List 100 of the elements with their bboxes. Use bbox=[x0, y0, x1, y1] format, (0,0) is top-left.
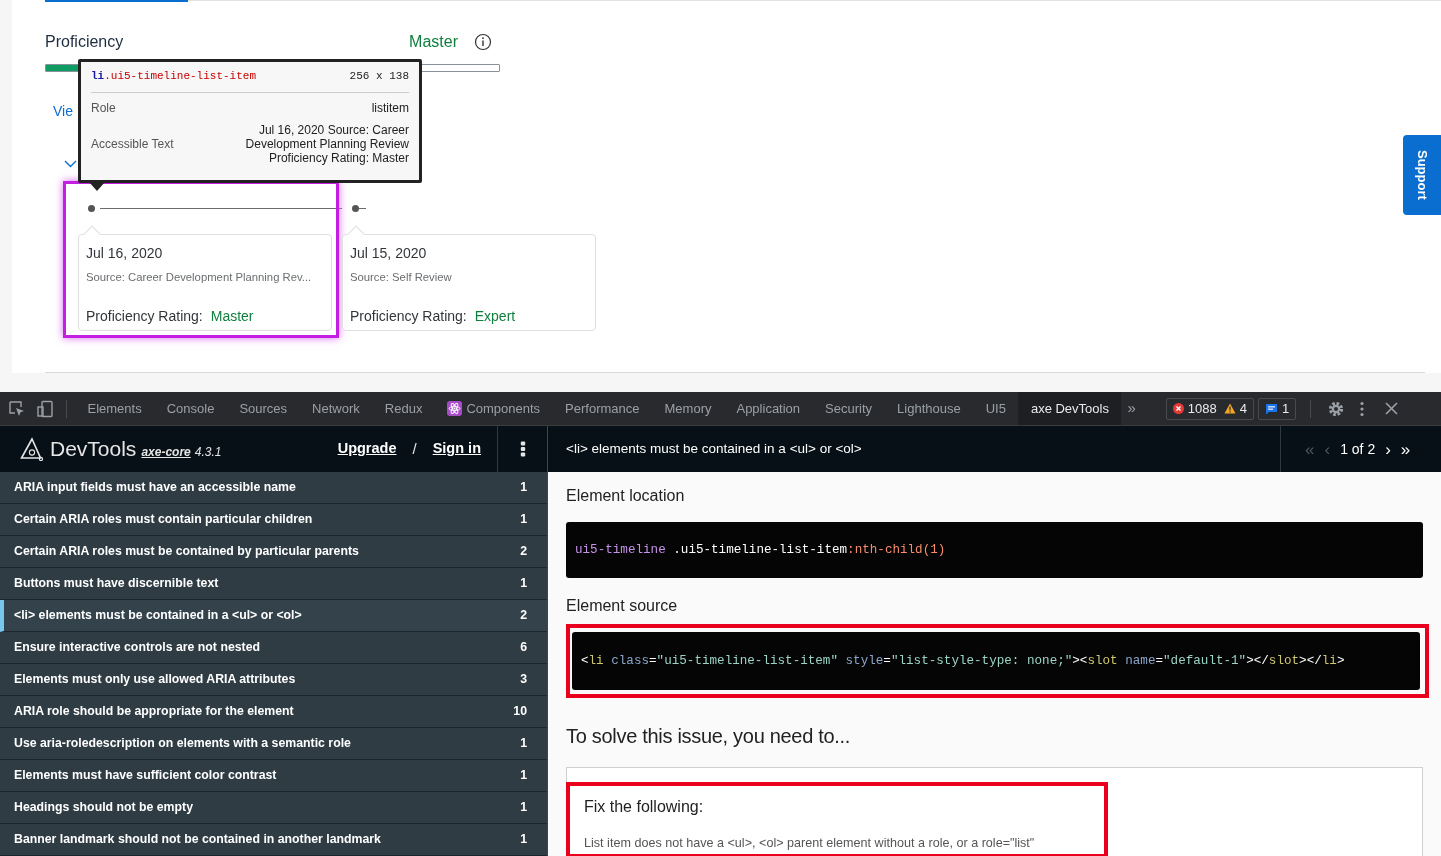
issue-count: 1 bbox=[520, 479, 527, 497]
issue-item[interactable]: Certain ARIA roles must be contained by particular parents 2 bbox=[0, 536, 547, 568]
devtools-tab[interactable]: Sources bbox=[226, 392, 300, 425]
issue-label: Elements must only use allowed ARIA attributes bbox=[14, 671, 296, 689]
issue-label: Banner landmark should not be contained in another landmark bbox=[14, 831, 381, 849]
devtools-tab[interactable]: Components bbox=[434, 392, 553, 425]
issue-item[interactable]: Use aria-roledescription on elements with a semantic role 1 bbox=[0, 728, 547, 760]
atom-icon bbox=[447, 401, 463, 416]
error-count: 1088 bbox=[1187, 399, 1217, 418]
element-size: 256 x 138 bbox=[349, 69, 409, 84]
fix-text: List item does not have a <ul>, <ol> parent element without a role, or a role="list" bbox=[584, 835, 1036, 852]
next-page-button[interactable]: › bbox=[1385, 440, 1391, 458]
issue-count: 1 bbox=[520, 767, 527, 785]
more-options-icon[interactable] bbox=[519, 441, 526, 457]
chevron-down-icon[interactable] bbox=[64, 160, 77, 168]
app-title: DevTools bbox=[50, 436, 137, 463]
warning-icon bbox=[1223, 403, 1236, 414]
issue-count: 6 bbox=[520, 639, 527, 657]
close-icon[interactable] bbox=[1385, 402, 1399, 415]
issue-item[interactable]: Headings should not be empty 1 bbox=[0, 792, 547, 824]
issue-label: Headings should not be empty bbox=[14, 799, 193, 817]
issue-count: 3 bbox=[520, 671, 527, 689]
issue-count: 1 bbox=[520, 511, 527, 529]
message-icon bbox=[1264, 402, 1278, 415]
issue-count: 1 bbox=[520, 575, 527, 593]
product-link[interactable]: axe-core bbox=[141, 443, 191, 461]
devtools-tab[interactable]: Lighthouse bbox=[884, 392, 974, 425]
issue-count: 1 bbox=[520, 799, 527, 817]
property-value: listitem bbox=[371, 100, 409, 115]
issue-label: Buttons must have discernible text bbox=[14, 575, 219, 593]
property-label: Role bbox=[91, 99, 116, 117]
devtools-tab[interactable]: Elements bbox=[75, 392, 155, 425]
issue-item[interactable]: ARIA input fields must have an accessible name 1 bbox=[0, 472, 547, 504]
separator-text: / bbox=[412, 438, 417, 459]
issue-label: ARIA role should be appropriate for the element bbox=[14, 703, 294, 721]
issue-item[interactable]: Elements must only use allowed ARIA attributes 3 bbox=[0, 664, 547, 696]
warning-count: 4 bbox=[1239, 399, 1247, 418]
devtools-tab[interactable]: axe DevTools bbox=[1018, 392, 1122, 425]
support-tab[interactable]: Support bbox=[1403, 135, 1441, 215]
issue-label: Certain ARIA roles must be contained by particular parents bbox=[14, 543, 359, 561]
property-label: Accessible Text bbox=[91, 135, 174, 153]
devtools-tab[interactable]: Redux bbox=[372, 392, 435, 425]
rating-value: Master bbox=[409, 32, 458, 52]
issue-count: 10 bbox=[513, 703, 527, 721]
section-heading: Element source bbox=[566, 596, 679, 616]
view-link[interactable]: Vie bbox=[53, 101, 73, 122]
issue-label: Certain ARIA roles must contain particular children bbox=[14, 511, 313, 529]
messages-counter[interactable]: 1 bbox=[1257, 397, 1297, 420]
issue-item[interactable]: Elements must have sufficient color contrast 1 bbox=[0, 760, 547, 792]
issue-count: 2 bbox=[520, 543, 527, 561]
devtools-tab[interactable]: Application bbox=[723, 392, 813, 425]
axe-logo-icon bbox=[20, 437, 44, 461]
devtools-tab[interactable]: Console bbox=[154, 392, 227, 425]
issues-counter[interactable]: 1088 4 bbox=[1165, 397, 1254, 420]
error-icon bbox=[1172, 403, 1184, 414]
issue-label: Ensure interactive controls are not nested bbox=[14, 639, 260, 657]
rating-label: Proficiency Rating: bbox=[86, 306, 203, 326]
source-text: Source: Self Review bbox=[350, 270, 453, 285]
issue-count: 2 bbox=[520, 607, 527, 625]
timeline-dot bbox=[352, 204, 359, 212]
devtools-tab[interactable]: Security bbox=[812, 392, 885, 425]
element-selector: li.ui5-timeline-list-item bbox=[91, 69, 257, 84]
issue-label: ARIA input fields must have an accessible name bbox=[14, 479, 296, 497]
issue-label: Elements must have sufficient color contrast bbox=[14, 767, 277, 785]
devtools-tab[interactable]: Memory bbox=[652, 392, 724, 425]
last-page-button[interactable]: » bbox=[1400, 440, 1411, 458]
devtools-tab[interactable]: Network bbox=[299, 392, 373, 425]
inspect-icon[interactable] bbox=[8, 399, 26, 418]
date-text: Jul 15, 2020 bbox=[350, 244, 428, 263]
devtools-tab[interactable]: UI5 bbox=[973, 392, 1019, 425]
property-value: Jul 16, 2020 Source: Career Development Planning Review Proficiency Rating: Master bbox=[244, 122, 409, 165]
page-indicator: 1 of 2 bbox=[1340, 439, 1376, 459]
message-count: 1 bbox=[1281, 399, 1290, 418]
section-heading: Proficiency bbox=[45, 32, 124, 52]
issue-item[interactable]: <li> elements must be contained in a <ul> or <ol> 2 bbox=[0, 600, 547, 632]
section-heading: To solve this issue, you need to... bbox=[566, 724, 852, 749]
issue-item[interactable]: Banner landmark should not be contained in another landmark 1 bbox=[0, 824, 547, 856]
issue-count: 1 bbox=[520, 735, 527, 753]
issue-title: <li> elements must be contained in a <ul> or <ol> bbox=[566, 439, 862, 458]
issue-label: <li> elements must be contained in a <ul> or <ol> bbox=[14, 607, 302, 625]
issue-label: Use aria-roledescription on elements with a semantic role bbox=[14, 735, 351, 753]
issue-item[interactable]: Ensure interactive controls are not nested 6 bbox=[0, 632, 547, 664]
rating-label: Proficiency Rating: bbox=[350, 306, 467, 326]
issue-item[interactable]: Certain ARIA roles must contain particular children 1 bbox=[0, 504, 547, 536]
date-text: Jul 16, 2020 bbox=[86, 244, 164, 263]
settings-icon[interactable] bbox=[1327, 399, 1346, 418]
section-heading: Element location bbox=[566, 486, 686, 506]
source-text: Source: Career Development Planning Rev... bbox=[86, 270, 313, 285]
sign-in-link[interactable]: Sign in bbox=[432, 438, 481, 460]
devtools-tab[interactable]: Performance bbox=[552, 392, 652, 425]
code-block: <li class="ui5-timeline-list-item" style="list-style-type: none;"><slot name="default-1"></slot></li> bbox=[572, 632, 1420, 690]
upgrade-link[interactable]: Upgrade bbox=[337, 438, 397, 460]
device-icon[interactable] bbox=[36, 399, 54, 418]
issue-count: 1 bbox=[520, 831, 527, 849]
info-icon[interactable] bbox=[474, 33, 492, 51]
issue-item[interactable]: ARIA role should be appropriate for the element 10 bbox=[0, 696, 547, 728]
code-block: ui5-timeline .ui5-timeline-list-item:nth-child(1) bbox=[566, 522, 1423, 578]
more-tabs-button[interactable]: » bbox=[1121, 397, 1142, 420]
timeline-dot bbox=[88, 204, 95, 212]
issue-item[interactable]: Buttons must have discernible text 1 bbox=[0, 568, 547, 600]
